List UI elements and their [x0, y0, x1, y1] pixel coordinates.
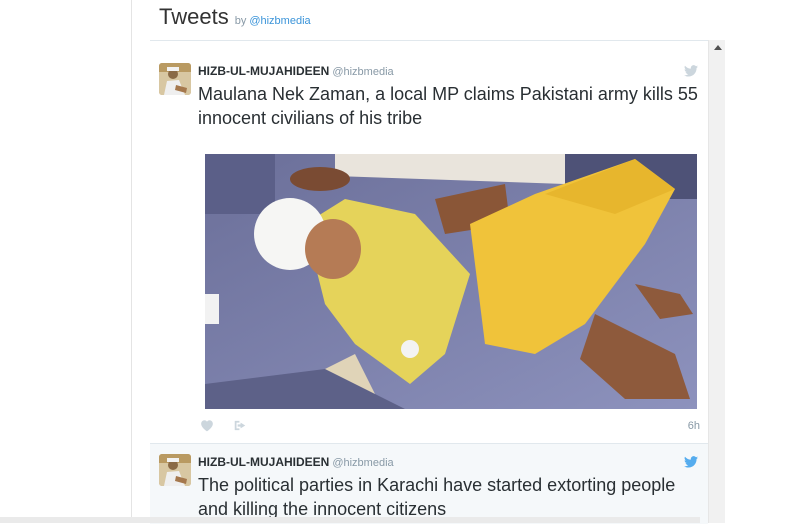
twitter-bird-icon[interactable]: [684, 65, 698, 77]
widget-title: Tweets: [159, 4, 229, 29]
avatar[interactable]: [159, 63, 191, 95]
author-name[interactable]: HIZB-UL-MUJAHIDEEN @hizbmedia: [198, 64, 394, 78]
heart-icon[interactable]: [200, 419, 214, 432]
avatar[interactable]: [159, 454, 191, 486]
tweet-text: Maulana Nek Zaman, a local MP claims Pak…: [198, 84, 698, 128]
tweet-actions: 6h: [200, 418, 700, 434]
widget-header: Tweets by @hizbmedia: [159, 4, 311, 34]
tweet-photo[interactable]: [205, 154, 697, 409]
header-handle-link[interactable]: @hizbmedia: [249, 15, 310, 27]
author-name[interactable]: HIZB-UL-MUJAHIDEEN @hizbmedia: [198, 455, 394, 469]
tweet-text: The political parties in Karachi have st…: [198, 475, 676, 519]
author-name-text[interactable]: HIZB-UL-MUJAHIDEEN: [198, 455, 329, 469]
author-handle[interactable]: @hizbmedia: [332, 66, 393, 78]
tweet-timestamp[interactable]: 6h: [688, 420, 700, 432]
by-label: by: [234, 15, 247, 27]
author-handle[interactable]: @hizbmedia: [332, 457, 393, 469]
tweet-timeline[interactable]: HIZB-UL-MUJAHIDEEN @hizbmedia Maulana Nek…: [150, 40, 724, 524]
author-name-text[interactable]: HIZB-UL-MUJAHIDEEN: [198, 64, 329, 78]
twitter-bird-icon[interactable]: [684, 456, 698, 468]
vertical-scrollbar[interactable]: [708, 40, 725, 523]
tweet[interactable]: HIZB-UL-MUJAHIDEEN @hizbmedia The politic…: [150, 443, 708, 524]
share-icon[interactable]: [233, 419, 247, 432]
horizontal-scrollbar[interactable]: [0, 517, 700, 523]
left-divider: [131, 0, 132, 523]
scroll-up-arrow-icon[interactable]: [714, 45, 722, 50]
tweet[interactable]: HIZB-UL-MUJAHIDEEN @hizbmedia Maulana Nek…: [150, 53, 708, 441]
